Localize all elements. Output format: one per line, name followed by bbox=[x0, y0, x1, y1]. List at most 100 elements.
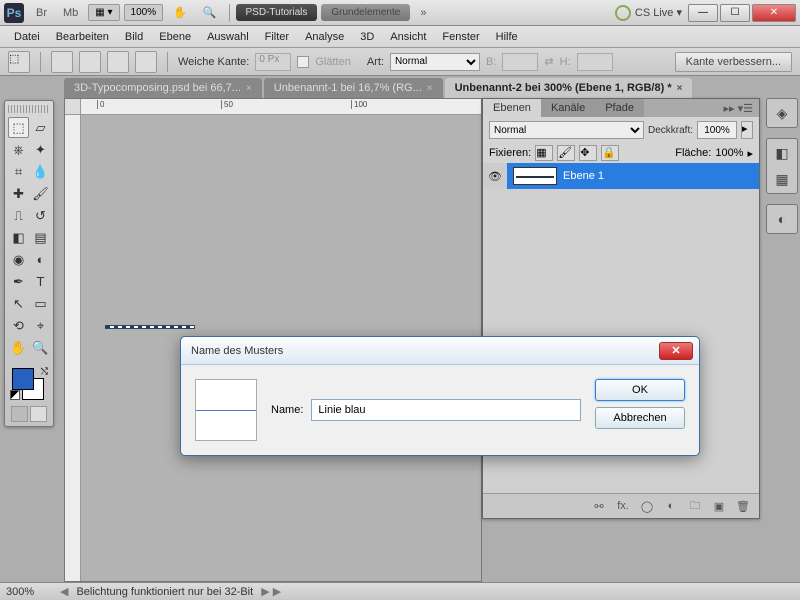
doc-tab-3[interactable]: Unbenannt-2 bei 300% (Ebene 1, RGB/8) *× bbox=[445, 78, 693, 98]
menu-auswahl[interactable]: Auswahl bbox=[199, 29, 257, 45]
lasso-tool[interactable]: ⎈ bbox=[8, 139, 29, 160]
ruler-horizontal[interactable]: 0 50 100 150 bbox=[81, 99, 481, 115]
bridge-button[interactable]: Br bbox=[30, 5, 53, 21]
antialias-checkbox[interactable] bbox=[297, 56, 309, 68]
new-layer-icon[interactable]: ▣ bbox=[709, 498, 729, 514]
zoom-tool[interactable]: 🔍 bbox=[30, 337, 51, 358]
dock-adjust-icon[interactable]: ◐ bbox=[771, 209, 793, 229]
default-colors-icon[interactable] bbox=[10, 390, 20, 400]
shape-tool[interactable]: ▭ bbox=[30, 293, 51, 314]
zoom-icon[interactable]: 🔍 bbox=[197, 4, 223, 21]
3d-camera-tool[interactable]: ⌖ bbox=[30, 315, 51, 336]
menu-datei[interactable]: Datei bbox=[6, 29, 48, 45]
window-close-button[interactable]: ✕ bbox=[752, 4, 796, 22]
panel-handle[interactable] bbox=[8, 105, 50, 113]
maximize-button[interactable]: ☐ bbox=[720, 4, 750, 22]
dock-layers-icon[interactable]: ◈ bbox=[771, 103, 793, 123]
cslive-button[interactable]: CS Live ▾ bbox=[615, 5, 682, 21]
stamp-tool[interactable]: ⎍ bbox=[8, 205, 29, 226]
minimize-button[interactable]: — bbox=[688, 4, 718, 22]
3d-tool[interactable]: ⟲ bbox=[8, 315, 29, 336]
arrange-dropdown[interactable]: ▦ ▾ bbox=[88, 4, 119, 21]
menu-3d[interactable]: 3D bbox=[352, 29, 382, 45]
menu-fenster[interactable]: Fenster bbox=[434, 29, 487, 45]
lock-pixels-icon[interactable]: 🖌 bbox=[557, 145, 575, 161]
sel-new-icon[interactable] bbox=[51, 51, 73, 73]
pen-tool[interactable]: ✒ bbox=[8, 271, 29, 292]
dock-swatches-icon[interactable]: ◧ bbox=[771, 143, 793, 163]
minibridge-button[interactable]: Mb bbox=[57, 5, 84, 21]
fill-arrow[interactable]: ▸ bbox=[747, 147, 753, 160]
layer-row[interactable]: 👁 Ebene 1 bbox=[483, 163, 759, 189]
menu-bild[interactable]: Bild bbox=[117, 29, 151, 45]
workspace-pill-2[interactable]: Grundelemente bbox=[321, 4, 410, 21]
workspace-more[interactable]: » bbox=[414, 5, 432, 21]
visibility-icon[interactable]: 👁 bbox=[483, 163, 507, 189]
doc-tab-2[interactable]: Unbenannt-1 bei 16,7% (RG...× bbox=[264, 78, 443, 98]
sel-add-icon[interactable] bbox=[79, 51, 101, 73]
move-tool[interactable]: ⬚ bbox=[8, 117, 29, 138]
lock-trans-icon[interactable]: ▦ bbox=[535, 145, 553, 161]
standard-mode[interactable] bbox=[11, 406, 28, 422]
dock-styles-icon[interactable]: ▦ bbox=[771, 169, 793, 189]
history-brush-tool[interactable]: ↺ bbox=[30, 205, 51, 226]
folder-icon[interactable]: 🗀 bbox=[685, 498, 705, 514]
sel-sub-icon[interactable] bbox=[107, 51, 129, 73]
foreground-color[interactable] bbox=[12, 368, 34, 390]
cancel-button[interactable]: Abbrechen bbox=[595, 407, 685, 429]
path-tool[interactable]: ↖ bbox=[8, 293, 29, 314]
layer-name[interactable]: Ebene 1 bbox=[563, 170, 604, 182]
gradient-tool[interactable]: ▤ bbox=[30, 227, 51, 248]
workspace-pill-1[interactable]: PSD-Tutorials bbox=[236, 4, 318, 21]
menu-ansicht[interactable]: Ansicht bbox=[382, 29, 434, 45]
ok-button[interactable]: OK bbox=[595, 379, 685, 401]
mask-icon[interactable]: ◯ bbox=[637, 498, 657, 514]
close-icon[interactable]: × bbox=[677, 83, 683, 94]
opacity-arrow[interactable]: ▸ bbox=[741, 121, 753, 139]
tab-kanale[interactable]: Kanäle bbox=[541, 99, 595, 117]
link-layers-icon[interactable]: ⚯ bbox=[589, 498, 609, 514]
dialog-close-button[interactable]: ✕ bbox=[659, 342, 693, 360]
blend-mode-select[interactable]: Normal bbox=[489, 121, 644, 139]
status-next-icon[interactable]: ▶ ▶ bbox=[261, 585, 281, 598]
dodge-tool[interactable]: ◐ bbox=[30, 249, 51, 270]
fill-field[interactable]: 100% bbox=[715, 147, 743, 159]
tab-ebenen[interactable]: Ebenen bbox=[483, 99, 541, 117]
menu-analyse[interactable]: Analyse bbox=[297, 29, 352, 45]
current-tool-icon[interactable]: ⬚ bbox=[8, 51, 30, 73]
hand-icon[interactable]: ✋ bbox=[167, 4, 193, 21]
layer-thumb[interactable] bbox=[513, 167, 557, 185]
sel-int-icon[interactable] bbox=[135, 51, 157, 73]
doc-tab-1[interactable]: 3D-Typocomposing.psd bei 66,7...× bbox=[64, 78, 262, 98]
fx-icon[interactable]: fx. bbox=[613, 498, 633, 514]
pattern-name-input[interactable] bbox=[311, 399, 581, 421]
marquee-tool[interactable]: ▱ bbox=[30, 117, 51, 138]
brush-tool[interactable]: 🖌 bbox=[30, 183, 51, 204]
menu-ebene[interactable]: Ebene bbox=[151, 29, 199, 45]
adjustment-icon[interactable]: ◐ bbox=[661, 498, 681, 514]
zoom-dropdown[interactable]: 100% bbox=[124, 4, 164, 21]
hand-tool[interactable]: ✋ bbox=[8, 337, 29, 358]
tab-pfade[interactable]: Pfade bbox=[595, 99, 644, 117]
wand-tool[interactable]: ✦ bbox=[30, 139, 51, 160]
lock-pos-icon[interactable]: ✥ bbox=[579, 145, 597, 161]
opacity-field[interactable]: 100% bbox=[697, 121, 737, 139]
zoom-field[interactable]: 300% bbox=[6, 586, 52, 598]
heal-tool[interactable]: ✚ bbox=[8, 183, 29, 204]
menu-hilfe[interactable]: Hilfe bbox=[488, 29, 526, 45]
status-prev-icon[interactable]: ◀ bbox=[60, 585, 68, 598]
style-select[interactable]: Normal bbox=[390, 53, 480, 71]
lock-all-icon[interactable]: 🔒 bbox=[601, 145, 619, 161]
close-icon[interactable]: × bbox=[246, 83, 252, 94]
type-tool[interactable]: T bbox=[30, 271, 51, 292]
menu-bearbeiten[interactable]: Bearbeiten bbox=[48, 29, 117, 45]
swap-colors-icon[interactable]: ⤭ bbox=[41, 366, 48, 377]
ruler-vertical[interactable] bbox=[65, 115, 81, 581]
panel-collapse-icon[interactable]: ▸▸ ▾☰ bbox=[718, 100, 759, 117]
crop-tool[interactable]: ⌗ bbox=[8, 161, 29, 182]
eraser-tool[interactable]: ◧ bbox=[8, 227, 29, 248]
trash-icon[interactable]: 🗑 bbox=[733, 498, 753, 514]
refine-edge-button[interactable]: Kante verbessern... bbox=[675, 52, 792, 72]
blur-tool[interactable]: ◉ bbox=[8, 249, 29, 270]
eyedropper-tool[interactable]: 💧 bbox=[30, 161, 51, 182]
